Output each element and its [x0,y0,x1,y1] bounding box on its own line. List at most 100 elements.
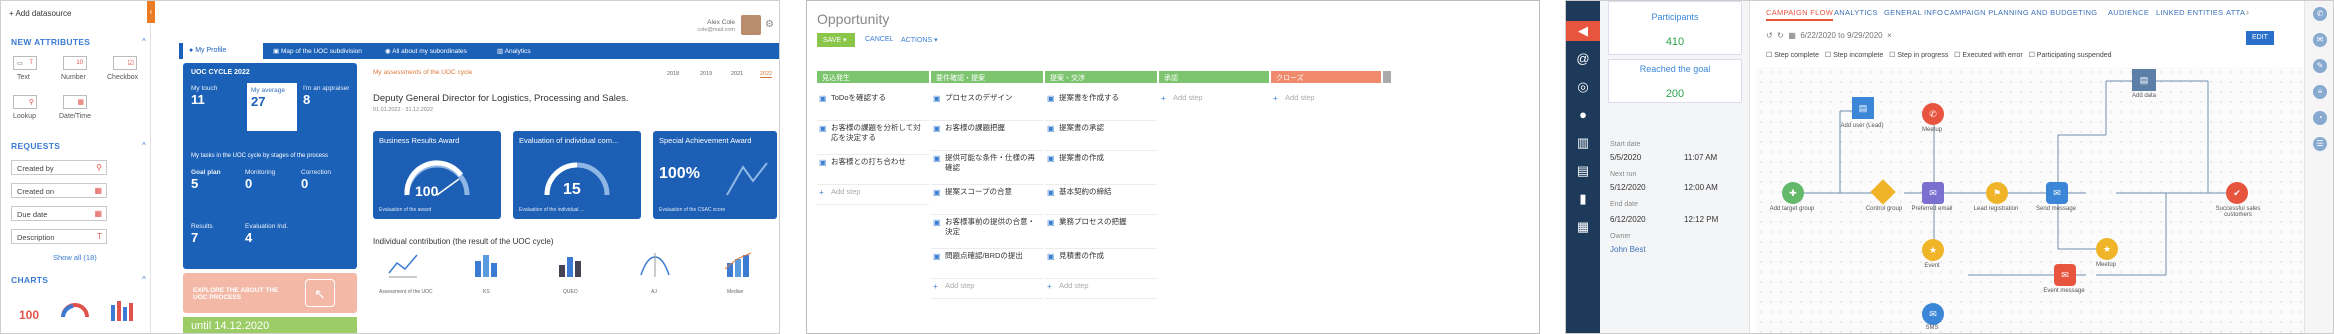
target-icon[interactable]: ◎ [1575,79,1591,95]
uoc-tile-appraiser[interactable]: I'm an appraiser 8 [303,85,355,129]
task-card[interactable]: ▣ お客様の課題を分析して対応を決定する [817,121,929,155]
task-card[interactable]: ▣ 提案スコープの合意 [931,185,1043,215]
tab-analytics[interactable]: ▥ Analytics [497,47,531,55]
filter-participating-suspended[interactable]: ☐ Participating suspended [2029,52,2112,59]
chevron-right-icon[interactable]: › [2246,7,2249,17]
phone-icon[interactable]: ✆ [2313,7,2327,21]
filter-executed-error[interactable]: ☐ Executed with error [1954,52,2023,59]
chevron-up-icon[interactable]: ^ [142,141,146,150]
owner-link[interactable]: John Best [1610,245,1646,254]
lookup-attribute-icon[interactable]: ⚲ [13,95,37,109]
year-2022[interactable]: 2022 [760,71,773,78]
task-card[interactable]: ▣ 業務プロセスの把握 [1045,215,1157,249]
actions-menu[interactable]: ACTIONS ▾ [901,36,938,44]
task-card[interactable]: ▣ 提案書の承認 [1045,121,1157,151]
gear-icon[interactable]: ⚙ [765,19,774,30]
task-card[interactable]: ▣ 基本契約の締結 [1045,185,1157,215]
gauge-chart-icon[interactable] [59,297,91,321]
uoc-tile-my-average[interactable]: My average 27 [247,83,297,131]
business-results-card[interactable]: Business Results Award 100 Evaluation of… [373,131,501,219]
task-card[interactable]: ▣ お客様の課題把握 [931,121,1043,151]
task-card[interactable]: ▣ お客様事前の提供の合意・決定 [931,215,1043,249]
add-step-button[interactable]: + Add step [817,185,929,205]
tab-my-profile[interactable]: ● My Profile [183,43,263,59]
event-message-node[interactable]: ✉ [2054,264,2076,286]
chat-icon[interactable]: ✎ [2313,59,2327,73]
edit-button[interactable]: EDIT [2246,31,2274,45]
add-target-group-node[interactable]: ✚ [1782,182,1804,204]
task-card[interactable]: ▣ お客様との打ち合わせ [817,155,929,185]
task-card[interactable]: ▣ 問題点確認/BRDの提出 [931,249,1043,279]
add-datasource-button[interactable]: + Add datasource [9,9,72,18]
description-field[interactable]: Description T [11,229,107,244]
add-user-node[interactable]: ▤ [1852,97,1874,119]
task-card[interactable]: ▣ プロセスのデザイン [931,91,1043,121]
collapse-sidebar-icon[interactable]: ‹ [147,1,155,23]
tab-audience[interactable]: AUDIENCE [2108,8,2149,17]
cancel-button[interactable]: CANCEL [865,36,893,43]
send-message-node[interactable]: ✉ [2046,182,2068,204]
bar-chart-icon[interactable] [109,299,141,321]
chart-icon[interactable]: ▮ [1575,191,1591,207]
feed-icon[interactable]: ≡ [2313,85,2327,99]
add-step-button[interactable]: + Add step [931,279,1043,299]
due-date-field[interactable]: Due date ▦ [11,206,107,221]
text-attribute-icon[interactable]: T ▭ [13,56,37,70]
year-2019[interactable]: 2019 [700,71,712,77]
event-node[interactable]: ★ [1922,239,1944,261]
checkbox-attribute-icon[interactable]: ☑ [113,56,137,70]
tab-attachments[interactable]: ATTA [2226,8,2245,17]
chevron-up-icon[interactable]: ^ [142,275,146,284]
task-card[interactable]: ▣ ToDoを確認する [817,91,929,121]
building-icon[interactable]: ▥ [1575,135,1591,151]
filter-step-incomplete[interactable]: ☐ Step incomplete [1825,52,1883,59]
stage-tile-goal-plan[interactable]: Goal plan 5 [191,169,239,205]
calendar-icon[interactable]: ▦ [1575,219,1591,235]
chevron-up-icon[interactable]: ^ [142,37,146,46]
megaphone-icon[interactable]: ◀ [1575,23,1591,39]
document-icon[interactable]: ▤ [1575,163,1591,179]
year-2018[interactable]: 2018 [667,71,679,77]
preferred-email-node[interactable]: ✉ [1922,182,1944,204]
avatar[interactable] [741,15,761,35]
flow-canvas[interactable]: ✚ Add target group ▤ Add user (Lead) Con… [1756,67,2333,333]
stage-lead[interactable]: 見込発生 [817,71,929,83]
individual-competence-card[interactable]: Evaluation of individual com... 15 Evalu… [513,131,641,219]
tab-map[interactable]: ▣ Map of the UOC subdivision [273,47,362,55]
calendar-attribute-icon[interactable]: ▦ [63,95,87,109]
task-card[interactable]: ▣ 提案書の作成 [1045,151,1157,185]
add-step-button[interactable]: + Add step [1045,279,1157,299]
add-step-button[interactable]: + Add step [1271,91,1381,111]
task-card[interactable]: ▣ 提供可能な条件・仕様の再確認 [931,151,1043,185]
filter-step-in-progress[interactable]: ☐ Step in progress [1889,52,1948,59]
tab-linked-entities[interactable]: LINKED ENTITIES [2156,8,2223,17]
stage-negotiation[interactable]: 提案・交渉 [1045,71,1157,83]
stage-requirements[interactable]: 要件確認・提案 [931,71,1043,83]
add-step-button[interactable]: + Add step [1159,91,1269,111]
number-chart-icon[interactable]: 100 [19,308,39,322]
year-2021[interactable]: 2021 [731,71,743,77]
stage-close[interactable]: クローズ [1271,71,1381,83]
explore-banner[interactable]: EXPLORE THE ABOUT THE UOC PROCESS ↖ [183,273,357,313]
created-by-field[interactable]: Created by ⚲ [11,160,107,175]
number-attribute-icon[interactable]: 10 [63,56,87,70]
show-all-link[interactable]: Show all (18) [53,253,97,262]
stage-tile-monitoring[interactable]: Monitoring 0 [245,169,293,205]
lead-registration-node[interactable]: ⚑ [1986,182,2008,204]
sms-node[interactable]: ✉ [1922,303,1944,325]
forward-icon[interactable]: ↻ [1777,31,1784,40]
add-data-node[interactable]: ▤ [2132,69,2156,91]
stage-tile-results[interactable]: Results 7 [191,223,239,259]
stage-tile-evaluation[interactable]: Evaluation Ind. 4 [245,223,305,259]
mail-icon[interactable]: ✉ [2313,33,2327,47]
tab-planning[interactable]: CAMPAIGN PLANNING AND BUDGETING [1944,8,2097,17]
save-button[interactable]: SAVE ▾ [817,33,855,47]
close-icon[interactable]: × [1887,31,1892,40]
calendar-icon[interactable]: ▦ [1788,31,1796,40]
bell-icon[interactable]: ◔ [2313,111,2327,125]
stage-tile-correction[interactable]: Correction 0 [301,169,349,205]
meetup-node[interactable]: ✆ [1922,103,1944,125]
task-card[interactable]: ▣ 見積書の作成 [1045,249,1157,279]
tab-campaign-flow[interactable]: CAMPAIGN FLOW [1766,8,1834,21]
uoc-tile-my-touch[interactable]: My touch 11 [191,85,243,129]
